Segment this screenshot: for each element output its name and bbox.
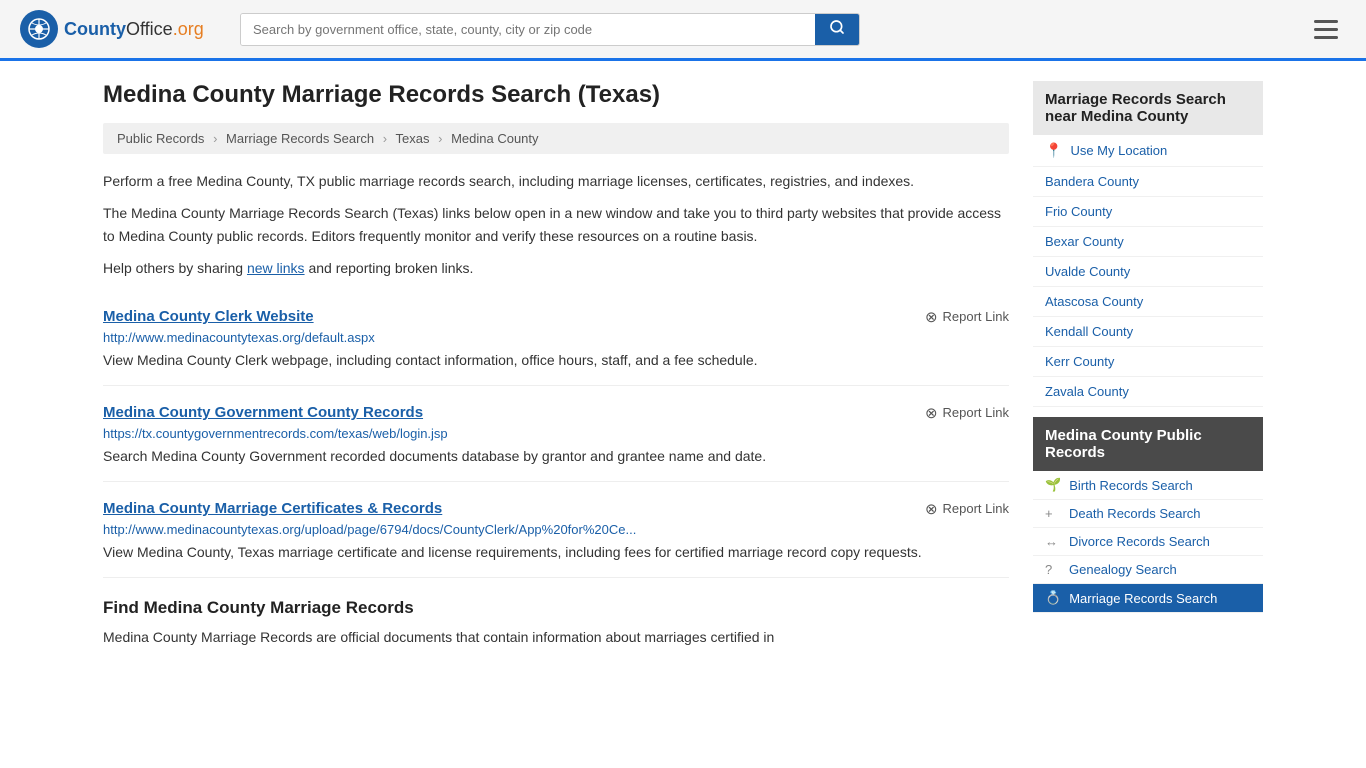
result-url-2[interactable]: https://tx.countygovernmentrecords.com/t… (103, 426, 1009, 441)
result-desc-2: Search Medina County Government recorded… (103, 446, 1009, 467)
section-heading: Find Medina County Marriage Records (103, 598, 1009, 618)
result-item-3: Medina County Marriage Certificates & Re… (103, 482, 1009, 578)
pr-icon: 🌱 (1045, 477, 1061, 493)
menu-icon[interactable] (1306, 12, 1346, 47)
logo-icon (20, 10, 58, 48)
sidebar-county-item: Zavala County (1033, 377, 1263, 407)
location-icon: 📍 (1045, 142, 1062, 159)
breadcrumb-public-records[interactable]: Public Records (117, 131, 204, 146)
report-icon-3: ⊗ (925, 500, 938, 518)
sidebar-pr-item: + Death Records Search (1033, 500, 1263, 528)
result-title-3[interactable]: Medina County Marriage Certificates & Re… (103, 500, 442, 517)
sidebar-county-link[interactable]: Bexar County (1045, 234, 1124, 249)
sidebar-county-item: Bexar County (1033, 227, 1263, 257)
description-3: Help others by sharing new links and rep… (103, 257, 1009, 279)
use-my-location-link[interactable]: Use My Location (1070, 143, 1167, 158)
sidebar-public-records-title: Medina County Public Records (1045, 427, 1202, 461)
pr-icon: ? (1045, 562, 1061, 577)
result-item-1: Medina County Clerk Website ⊗ Report Lin… (103, 290, 1009, 386)
pr-icon: 💍 (1045, 590, 1061, 606)
sidebar-pr-item: 🌱 Birth Records Search (1033, 471, 1263, 500)
section-desc: Medina County Marriage Records are offic… (103, 626, 1009, 648)
sidebar-county-item: Frio County (1033, 197, 1263, 227)
content-area: Medina County Marriage Records Search (T… (103, 81, 1009, 658)
pr-link[interactable]: Genealogy Search (1069, 562, 1177, 577)
search-input[interactable] (241, 14, 815, 45)
result-title-2[interactable]: Medina County Government County Records (103, 404, 423, 421)
sidebar-nearby-title: Marriage Records Search near Medina Coun… (1033, 81, 1263, 135)
sidebar-county-item: Kerr County (1033, 347, 1263, 377)
result-title-1[interactable]: Medina County Clerk Website (103, 308, 314, 325)
report-link-2[interactable]: ⊗ Report Link (925, 404, 1009, 422)
report-link-1[interactable]: ⊗ Report Link (925, 308, 1009, 326)
result-desc-1: View Medina County Clerk webpage, includ… (103, 350, 1009, 371)
breadcrumb-texas[interactable]: Texas (396, 131, 430, 146)
pr-link[interactable]: Marriage Records Search (1069, 591, 1217, 606)
sidebar-nearby-section: Marriage Records Search near Medina Coun… (1033, 81, 1263, 407)
sidebar-county-item: Bandera County (1033, 167, 1263, 197)
logo-text: CountyOffice.org (64, 19, 204, 40)
page-title: Medina County Marriage Records Search (T… (103, 81, 1009, 109)
result-item-2: Medina County Government County Records … (103, 386, 1009, 482)
site-header: CountyOffice.org (0, 0, 1366, 61)
description-1: Perform a free Medina County, TX public … (103, 170, 1009, 192)
sidebar-county-item: Kendall County (1033, 317, 1263, 347)
sidebar: Marriage Records Search near Medina Coun… (1033, 81, 1263, 658)
sidebar-county-link[interactable]: Zavala County (1045, 384, 1129, 399)
breadcrumb: Public Records › Marriage Records Search… (103, 123, 1009, 154)
sidebar-county-item: Uvalde County (1033, 257, 1263, 287)
breadcrumb-current: Medina County (451, 131, 538, 146)
sidebar-pr-item: ? Genealogy Search (1033, 556, 1263, 584)
nearby-counties-list: Bandera County Frio County Bexar County Uva… (1033, 167, 1263, 407)
report-icon-2: ⊗ (925, 404, 938, 422)
pr-link[interactable]: Birth Records Search (1069, 478, 1193, 493)
breadcrumb-marriage-records[interactable]: Marriage Records Search (226, 131, 374, 146)
search-bar[interactable] (240, 13, 860, 46)
sidebar-county-link[interactable]: Uvalde County (1045, 264, 1130, 279)
sidebar-public-records-section: Medina County Public Records 🌱 Birth Reco… (1033, 417, 1263, 613)
result-url-1[interactable]: http://www.medinacountytexas.org/default… (103, 330, 1009, 345)
report-link-3[interactable]: ⊗ Report Link (925, 500, 1009, 518)
sidebar-county-link[interactable]: Bandera County (1045, 174, 1139, 189)
description-2: The Medina County Marriage Records Searc… (103, 202, 1009, 247)
report-icon-1: ⊗ (925, 308, 938, 326)
sidebar-use-location[interactable]: 📍 Use My Location (1033, 135, 1263, 167)
sidebar-pr-item: ↔ Divorce Records Search (1033, 528, 1263, 556)
sidebar-pr-item: 💍 Marriage Records Search (1033, 584, 1263, 613)
pr-icon: + (1045, 506, 1061, 521)
main-container: Medina County Marriage Records Search (T… (83, 61, 1283, 678)
sidebar-county-link[interactable]: Frio County (1045, 204, 1112, 219)
public-records-list: 🌱 Birth Records Search + Death Records Sear… (1033, 471, 1263, 613)
result-desc-3: View Medina County, Texas marriage certi… (103, 542, 1009, 563)
pr-link[interactable]: Death Records Search (1069, 506, 1201, 521)
new-links-link[interactable]: new links (247, 260, 305, 276)
pr-icon: ↔ (1045, 534, 1061, 549)
search-button[interactable] (815, 14, 859, 45)
sidebar-county-item: Atascosa County (1033, 287, 1263, 317)
sidebar-county-link[interactable]: Kerr County (1045, 354, 1114, 369)
logo[interactable]: CountyOffice.org (20, 10, 220, 48)
pr-link[interactable]: Divorce Records Search (1069, 534, 1210, 549)
result-url-3[interactable]: http://www.medinacountytexas.org/upload/… (103, 522, 1009, 537)
sidebar-county-link[interactable]: Kendall County (1045, 324, 1133, 339)
sidebar-county-link[interactable]: Atascosa County (1045, 294, 1143, 309)
